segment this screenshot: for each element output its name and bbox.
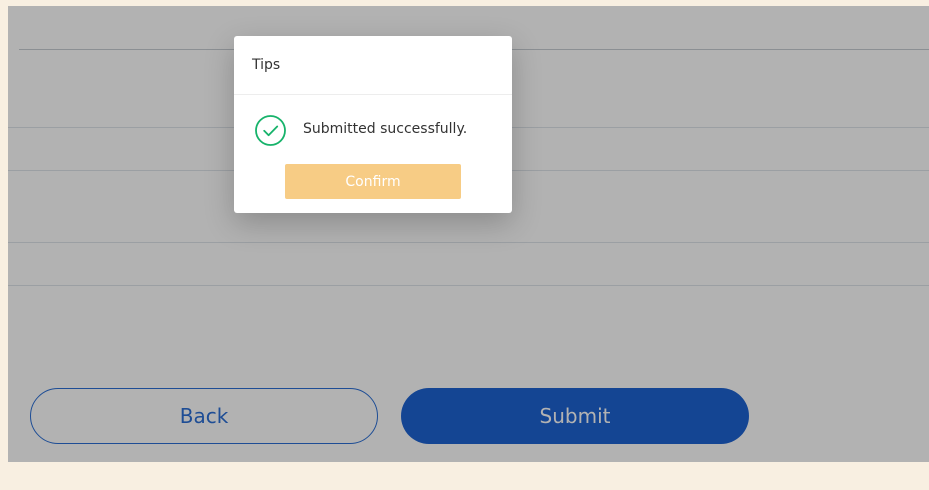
check-circle-icon (255, 115, 286, 146)
tips-dialog: Tips Submitted successfully. Confirm (234, 36, 512, 213)
confirm-button[interactable]: Confirm (285, 164, 461, 199)
dialog-title: Tips (252, 57, 281, 73)
dialog-divider (234, 94, 512, 95)
screen: Back Submit Tips Submitted successfully.… (0, 0, 929, 490)
success-message: Submitted successfully. (303, 121, 468, 137)
confirm-button-label: Confirm (345, 173, 401, 190)
